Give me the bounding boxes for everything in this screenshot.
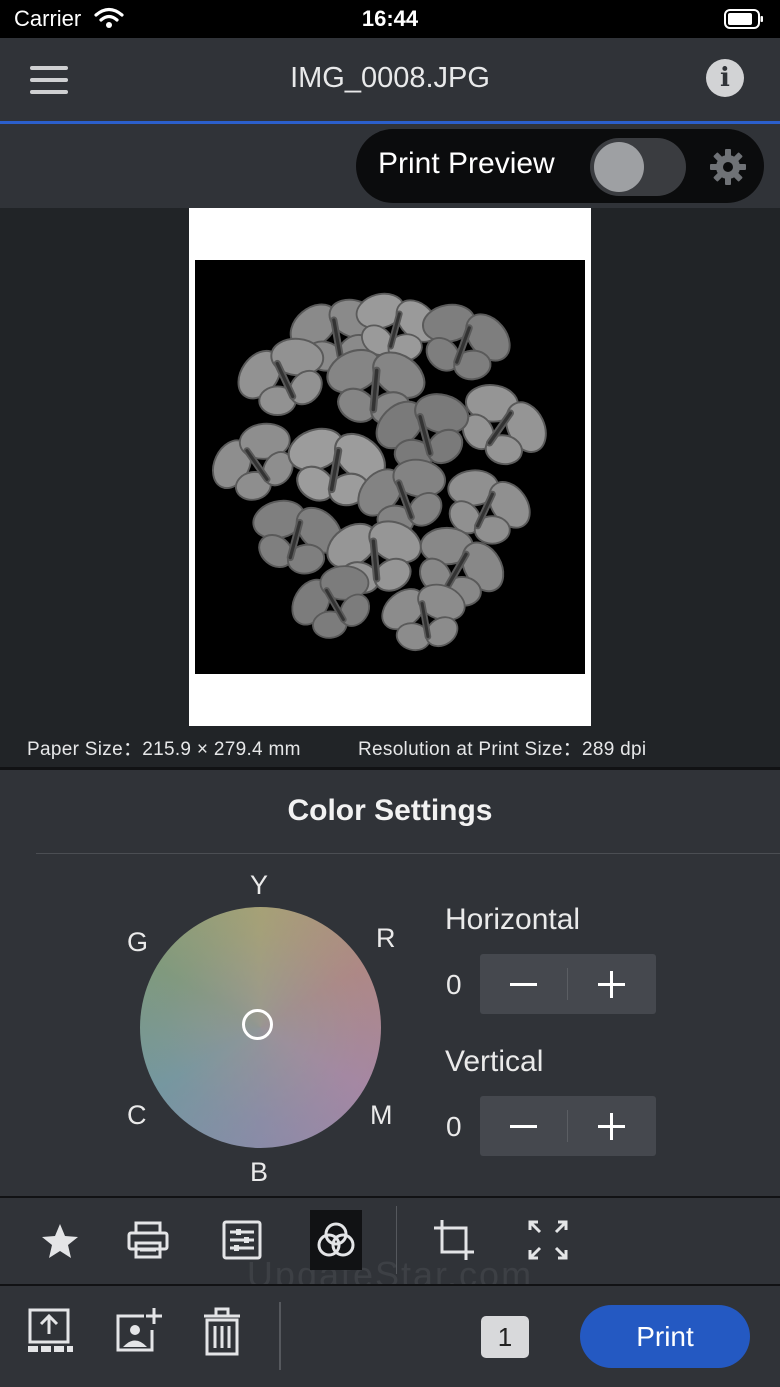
star-icon[interactable] [34, 1210, 86, 1270]
horizontal-value: 0 [446, 969, 462, 1000]
vertical-plus-button[interactable] [568, 1096, 655, 1156]
trash-icon[interactable] [196, 1306, 248, 1358]
edit-toolbar: UpdateStar.com [0, 1198, 780, 1295]
color-adjust-icon[interactable] [310, 1210, 362, 1270]
butterflies-image [190, 277, 570, 663]
printer-icon[interactable] [122, 1210, 174, 1270]
clock: 16:44 [361, 6, 419, 31]
wheel-label-y: Y [250, 870, 269, 900]
wheel-label-b: B [250, 1157, 269, 1187]
wheel-label-g: G [127, 927, 149, 957]
page-title: IMG_0008.JPG [290, 62, 490, 94]
preview-area: Paper Size：215.9 × 279.4 mm Resolution a… [0, 208, 780, 768]
print-preview-toggle[interactable] [590, 138, 686, 196]
paper-preview [189, 208, 591, 726]
vertical-value: 0 [446, 1111, 462, 1142]
resolution-info: Resolution at Print Size：289 dpi [358, 739, 647, 760]
divider [36, 853, 780, 854]
print-preview-control: Print Preview [356, 129, 764, 203]
copies-count[interactable]: 1 [481, 1316, 529, 1358]
action-bar: 1 Print [0, 1286, 780, 1387]
preview-toolbar: Print Preview [0, 124, 780, 208]
action-separator [279, 1302, 281, 1370]
add-photo-icon[interactable] [112, 1306, 164, 1358]
print-button[interactable]: Print [580, 1305, 750, 1368]
color-settings-panel: Color Settings Y R M B C G Horizontal 0 … [0, 770, 780, 1196]
status-bar: Carrier 16:44 [0, 0, 780, 38]
paper-size-info: Paper Size：215.9 × 279.4 mm [27, 739, 301, 760]
vertical-stepper [480, 1096, 656, 1156]
horizontal-minus-button[interactable] [480, 954, 567, 1014]
vertical-minus-button[interactable] [480, 1096, 567, 1156]
toolbar-separator [396, 1206, 397, 1274]
photo-preview[interactable] [190, 260, 585, 674]
settings-list-icon[interactable] [216, 1210, 268, 1270]
panel-title: Color Settings [287, 794, 493, 827]
toggle-knob [594, 142, 644, 192]
print-preview-label: Print Preview [378, 147, 555, 180]
color-wheel-handle[interactable] [242, 1009, 273, 1040]
battery-icon [724, 9, 763, 29]
app-header: IMG_0008.JPG i [0, 38, 780, 122]
upload-layout-icon[interactable] [24, 1306, 76, 1358]
info-icon[interactable]: i [706, 59, 744, 97]
fit-expand-icon[interactable] [522, 1210, 574, 1270]
wheel-label-c: C [127, 1100, 147, 1130]
color-wheel[interactable] [140, 907, 381, 1148]
crop-icon[interactable] [428, 1210, 480, 1270]
horizontal-label: Horizontal [445, 903, 581, 936]
wheel-label-m: M [370, 1100, 393, 1130]
horizontal-stepper [480, 954, 656, 1014]
vertical-label: Vertical [445, 1045, 544, 1078]
horizontal-plus-button[interactable] [568, 954, 655, 1014]
wheel-label-r: R [376, 923, 396, 953]
gear-icon[interactable] [708, 147, 748, 187]
